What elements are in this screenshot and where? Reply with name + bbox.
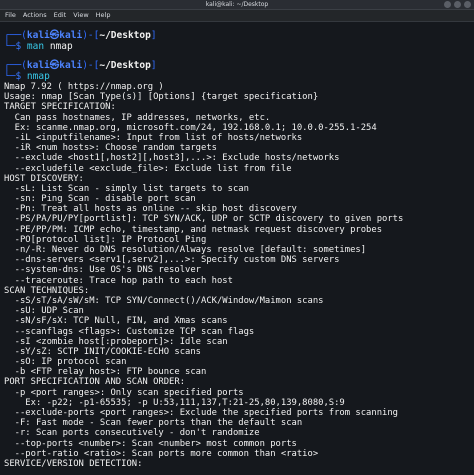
output-line: -sn: Ping Scan - disable port scan bbox=[4, 194, 196, 205]
output-line: --excludefile <exclude_file>: Exclude li… bbox=[4, 163, 292, 174]
maximize-icon[interactable] bbox=[454, 1, 461, 8]
command-bin: nmap bbox=[26, 71, 50, 82]
output-line: -iL <inputfilename>: Input from list of … bbox=[4, 132, 303, 143]
output-line: HOST DISCOVERY: bbox=[4, 173, 84, 184]
output-line: --traceroute: Trace hop path to each hos… bbox=[4, 275, 233, 286]
terminal-output[interactable]: ┌──(kali㉿kali)-[~/Desktop] └─$ man nmap … bbox=[0, 22, 474, 475]
output-line: Usage: nmap [Scan Type(s)] [Options] {ta… bbox=[4, 92, 319, 103]
output-line: -n/-R: Never do DNS resolution/Always re… bbox=[4, 245, 367, 255]
prompt-dollar: $ bbox=[15, 41, 22, 52]
output-line: -sY/sZ: SCTP INIT/COOKIE-ECHO scans bbox=[4, 346, 202, 357]
command-line: └─$ nmap bbox=[4, 71, 474, 82]
output-line: -r: Scan ports consecutively - don't ran… bbox=[4, 428, 260, 439]
output-line: -sU: UDP Scan bbox=[4, 306, 84, 317]
prompt-user: kali bbox=[26, 60, 50, 71]
output-line: -b <FTP relay host>: FTP bounce scan bbox=[4, 367, 207, 378]
output-line: Ex: scanme.nmap.org, microsoft.com/24, 1… bbox=[4, 122, 377, 133]
prompt-host: kali bbox=[59, 30, 83, 41]
prompt-line: ┌──(kali㉿kali)-[~/Desktop] bbox=[4, 60, 474, 71]
prompt-at: ㉿ bbox=[49, 60, 60, 71]
menu-view[interactable]: View bbox=[73, 10, 88, 21]
prompt-dir: ~/Desktop bbox=[99, 30, 151, 41]
prompt-end: ] bbox=[150, 60, 157, 71]
output-line: --system-dns: Use OS's DNS resolver bbox=[4, 265, 202, 276]
output-line: -sI <zombie host[:probeport]>: Idle scan bbox=[4, 336, 228, 347]
output-line: -sO: IP protocol scan bbox=[4, 357, 127, 368]
output-line: --top-ports <number>: Scan <number> most… bbox=[4, 438, 297, 449]
output-line: TARGET SPECIFICATION: bbox=[4, 102, 116, 113]
prompt-close: )-[ bbox=[82, 60, 100, 71]
window-title: kali@kali: ~/Desktop bbox=[205, 1, 269, 8]
output-line: -sL: List Scan - simply list targets to … bbox=[4, 183, 249, 194]
output-line: Can pass hostnames, IP addresses, networ… bbox=[4, 112, 271, 123]
prompt-dir: ~/Desktop bbox=[99, 60, 151, 71]
window-controls bbox=[444, 1, 471, 8]
output-line: Ex: -p22; -p1-65535; -p U:53,111,137,T:2… bbox=[4, 397, 345, 408]
output-line: --dns-servers <serv1[,serv2],...>: Speci… bbox=[4, 255, 340, 266]
command-bin: man bbox=[26, 41, 45, 52]
prompt-dollar: $ bbox=[15, 71, 22, 82]
output-line: -p <port ranges>: Only scan specified po… bbox=[4, 387, 244, 398]
output-line: -F: Fast mode - Scan fewer ports than th… bbox=[4, 418, 303, 429]
minimize-icon[interactable] bbox=[444, 1, 451, 8]
menu-file[interactable]: File bbox=[5, 10, 16, 21]
output-line: -Pn: Treat all hosts as online -- skip h… bbox=[4, 204, 297, 215]
output-line: SCAN TECHNIQUES: bbox=[4, 285, 90, 296]
prompt-open: ┌──( bbox=[4, 30, 27, 41]
command-line: └─$ man nmap bbox=[4, 41, 474, 52]
output-line: -PO[protocol list]: IP Protocol Ping bbox=[4, 234, 207, 245]
close-icon[interactable] bbox=[464, 1, 471, 8]
output-line: -iR <num hosts>: Choose random targets bbox=[4, 143, 217, 154]
output-line: --port-ratio <ratio>: Scan ports more co… bbox=[4, 448, 319, 459]
nmap-help-output: Nmap 7.92 ( https://nmap.org ) Usage: nm… bbox=[4, 82, 474, 469]
output-line: --exclude-ports <port ranges>: Exclude t… bbox=[4, 408, 399, 418]
output-line: -sS/sT/sA/sW/sM: TCP SYN/Connect()/ACK/W… bbox=[4, 295, 324, 306]
command-args: nmap bbox=[44, 41, 73, 52]
output-line: SERVICE/VERSION DETECTION: bbox=[4, 458, 143, 469]
menu-help[interactable]: Help bbox=[96, 10, 111, 21]
prompt-close: )-[ bbox=[82, 30, 100, 41]
prompt-branch: └─ bbox=[4, 41, 16, 52]
output-line: --exclude <host1[,host2][,host3],...>: E… bbox=[4, 153, 340, 164]
prompt-open: ┌──( bbox=[4, 60, 27, 71]
output-line: -PE/PP/PM: ICMP echo, timestamp, and net… bbox=[4, 224, 383, 235]
prompt-end: ] bbox=[150, 30, 157, 41]
menu-bar: File Actions Edit View Help bbox=[0, 10, 474, 22]
prompt-at: ㉿ bbox=[49, 30, 60, 41]
prompt-host: kali bbox=[59, 60, 83, 71]
output-line: PORT SPECIFICATION AND SCAN ORDER: bbox=[4, 377, 186, 388]
terminal-window: kali@kali: ~/Desktop File Actions Edit V… bbox=[0, 0, 474, 475]
output-line: --scanflags <flags>: Customize TCP scan … bbox=[4, 326, 255, 337]
output-line: Nmap 7.92 ( https://nmap.org ) bbox=[4, 82, 164, 92]
menu-actions[interactable]: Actions bbox=[23, 10, 47, 21]
prompt-branch: └─ bbox=[4, 71, 16, 82]
prompt-line: ┌──(kali㉿kali)-[~/Desktop] bbox=[4, 30, 474, 41]
menu-edit[interactable]: Edit bbox=[54, 10, 67, 21]
prompt-user: kali bbox=[26, 30, 50, 41]
output-line: -PS/PA/PU/PY[portlist]: TCP SYN/ACK, UDP… bbox=[4, 214, 404, 225]
output-line: -sN/sF/sX: TCP Null, FIN, and Xmas scans bbox=[4, 316, 228, 327]
title-bar: kali@kali: ~/Desktop bbox=[0, 0, 474, 10]
